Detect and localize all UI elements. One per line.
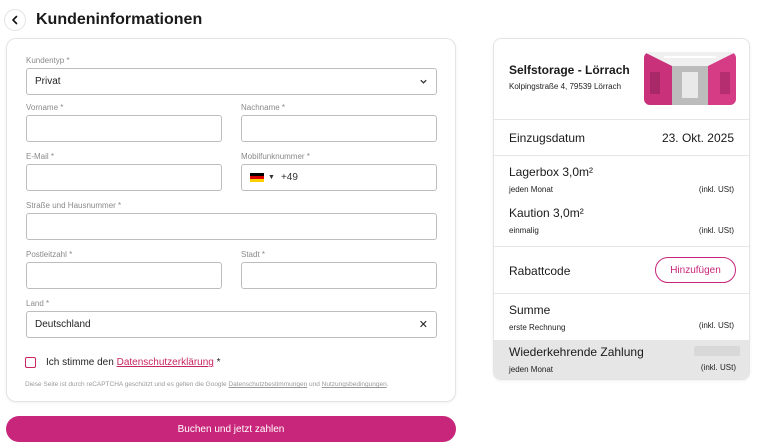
country-field[interactable]: Deutschland ✕ <box>26 311 437 338</box>
customer-form: Kundentyp * Privat Vorname * Nachname * … <box>6 38 456 402</box>
divider <box>494 293 749 294</box>
street-field[interactable] <box>26 213 437 240</box>
postal-field[interactable] <box>26 262 222 289</box>
order-summary: Selfstorage - Lörrach Kolpingstraße 4, 7… <box>493 38 750 380</box>
total-sub: erste Rechnung <box>509 323 566 332</box>
back-button[interactable] <box>4 9 26 31</box>
move-in-date: 23. Okt. 2025 <box>661 131 734 145</box>
customer-type-value: Privat <box>35 76 61 87</box>
country-caret-icon[interactable]: ▼ <box>268 174 275 181</box>
clear-icon[interactable]: ✕ <box>419 318 428 331</box>
divider <box>494 155 749 156</box>
street-label: Straße und Hausnummer * <box>26 201 122 210</box>
item-frequency: einmalig <box>509 226 539 235</box>
consent-checkbox[interactable] <box>25 357 36 368</box>
item-tax-note: (inkl. USt) <box>698 226 734 235</box>
recaptcha-notice: Diese Seite ist durch reCAPTCHA geschütz… <box>25 381 389 388</box>
phone-country-code: +49 <box>280 172 298 183</box>
recurring-sub: jeden Monat <box>509 365 554 374</box>
item-name: Kaution 3,0m² <box>509 206 584 220</box>
customer-type-select[interactable]: Privat <box>26 68 437 95</box>
google-terms-link[interactable]: Nutzungsbedingungen <box>322 381 387 388</box>
location-name: Selfstorage - Lörrach <box>509 63 630 77</box>
customer-type-label: Kundentyp * <box>26 56 70 65</box>
recurring-label: Wiederkehrende Zahlung <box>509 345 644 359</box>
city-label: Stadt * <box>241 250 266 259</box>
consent-text: Ich stimme den Datenschutzerklärung * <box>46 357 221 368</box>
privacy-policy-link[interactable]: Datenschutzerklärung <box>117 357 214 368</box>
email-label: E-Mail * <box>26 152 55 161</box>
total-label: Summe <box>509 303 551 317</box>
chevron-down-icon <box>420 79 427 84</box>
google-privacy-link[interactable]: Datenschutzbestimmungen <box>228 381 307 388</box>
location-address: Kolpingstraße 4, 79539 Lörrach <box>509 82 622 91</box>
first-name-field[interactable] <box>26 115 222 142</box>
recurring-payment: Wiederkehrende Zahlung jeden Monat (inkl… <box>494 340 749 379</box>
postal-label: Postleitzahl * <box>26 250 73 259</box>
country-label: Land * <box>26 299 50 308</box>
email-field[interactable] <box>26 164 222 191</box>
back-arrow-icon <box>12 15 18 25</box>
location-photo <box>644 52 736 105</box>
germany-flag-icon[interactable] <box>250 172 264 183</box>
recurring-amount-loading <box>694 346 740 356</box>
city-field[interactable] <box>241 262 437 289</box>
page-title: Kundeninformationen <box>36 11 203 28</box>
mobile-label: Mobilfunknummer * <box>241 152 310 161</box>
recurring-tax-note: (inkl. USt) <box>700 363 736 372</box>
page-header: Kundeninformationen <box>4 6 202 34</box>
move-in-label: Einzugsdatum <box>509 131 586 145</box>
recaptcha-suffix: . <box>386 381 389 388</box>
divider <box>494 246 749 247</box>
last-name-label: Nachname * <box>241 103 286 112</box>
last-name-field[interactable] <box>241 115 437 142</box>
book-and-pay-button[interactable]: Buchen und jetzt zahlen <box>6 416 456 442</box>
first-name-label: Vorname * <box>26 103 64 112</box>
recaptcha-middle: und <box>307 381 322 388</box>
add-discount-button[interactable]: Hinzufügen <box>655 257 736 283</box>
divider <box>494 119 749 120</box>
recaptcha-prefix: Diese Seite ist durch reCAPTCHA geschütz… <box>25 381 229 388</box>
consent-prefix: Ich stimme den <box>46 357 117 368</box>
total-tax-note: (inkl. USt) <box>698 321 734 330</box>
item-name: Lagerbox 3,0m² <box>509 165 594 179</box>
mobile-field[interactable]: ▼ +49 <box>241 164 437 191</box>
item-tax-note: (inkl. USt) <box>698 185 734 194</box>
discount-label: Rabattcode <box>509 264 571 278</box>
item-frequency: jeden Monat <box>509 185 554 194</box>
consent-required-mark: * <box>213 357 221 368</box>
country-value: Deutschland <box>35 319 91 330</box>
